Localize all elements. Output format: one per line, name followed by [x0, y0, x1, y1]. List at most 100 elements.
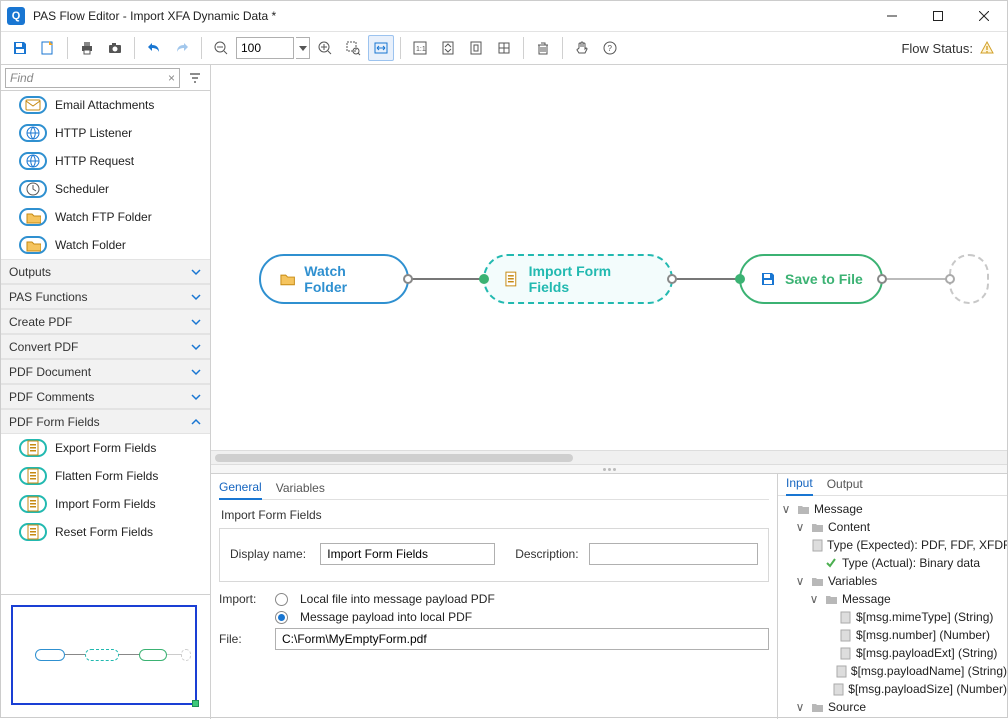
- actual-size-icon[interactable]: 1:1: [407, 35, 433, 61]
- save-icon: [759, 270, 777, 288]
- chevron-icon: [190, 268, 202, 276]
- palette-item[interactable]: Scheduler: [1, 175, 210, 203]
- undo-icon[interactable]: [141, 35, 167, 61]
- canvas-horizontal-scrollbar[interactable]: [211, 450, 1007, 464]
- palette-item-icon: [19, 124, 47, 142]
- zoom-in-icon[interactable]: [312, 35, 338, 61]
- tab-input[interactable]: Input: [786, 476, 813, 496]
- palette-category[interactable]: Create PDF: [1, 309, 210, 334]
- variable-label: $[msg.mimeType] (String): [856, 610, 993, 624]
- toolbar-separator: [400, 37, 401, 59]
- zoom-selection-icon[interactable]: [340, 35, 366, 61]
- tree-variable[interactable]: $[msg.payloadName] (String): [780, 662, 1007, 680]
- node-placeholder[interactable]: [949, 254, 989, 304]
- tab-output[interactable]: Output: [827, 477, 863, 495]
- file-icon: [838, 646, 852, 660]
- input-port[interactable]: [945, 274, 955, 284]
- flow-minimap[interactable]: [1, 595, 210, 719]
- redo-icon[interactable]: [169, 35, 195, 61]
- delete-icon[interactable]: [530, 35, 556, 61]
- zoom-input[interactable]: [236, 37, 294, 59]
- save-icon[interactable]: [7, 35, 33, 61]
- connection[interactable]: [669, 278, 741, 280]
- close-button[interactable]: [961, 1, 1007, 31]
- editor-area: Watch Folder Import Form Fields Save to …: [211, 65, 1007, 719]
- node-save-to-file[interactable]: Save to File: [739, 254, 883, 304]
- palette-category[interactable]: Outputs: [1, 259, 210, 284]
- category-label: PAS Functions: [9, 290, 87, 304]
- horizontal-splitter[interactable]: [211, 464, 1007, 474]
- tree-variable[interactable]: $[msg.payloadSize] (Number): [780, 680, 1007, 698]
- palette-item[interactable]: Watch Folder: [1, 231, 210, 259]
- output-port[interactable]: [877, 274, 887, 284]
- find-options-icon[interactable]: [184, 68, 206, 88]
- output-port[interactable]: [667, 274, 677, 284]
- window-title: PAS Flow Editor - Import XFA Dynamic Dat…: [33, 9, 869, 23]
- palette-item[interactable]: Export Form Fields: [1, 434, 210, 462]
- palette-category[interactable]: PDF Form Fields: [1, 409, 210, 434]
- palette-item-label: Reset Form Fields: [55, 525, 153, 539]
- help-icon[interactable]: ?: [597, 35, 623, 61]
- palette-category[interactable]: Convert PDF: [1, 334, 210, 359]
- print-icon[interactable]: [74, 35, 100, 61]
- palette-item[interactable]: Reset Form Fields: [1, 518, 210, 546]
- save-as-icon[interactable]: [35, 35, 61, 61]
- camera-icon[interactable]: [102, 35, 128, 61]
- palette-category[interactable]: PDF Comments: [1, 384, 210, 409]
- node-watch-folder[interactable]: Watch Folder: [259, 254, 409, 304]
- palette-item[interactable]: HTTP Request: [1, 147, 210, 175]
- palette-item[interactable]: Watch FTP Folder: [1, 203, 210, 231]
- maximize-button[interactable]: [915, 1, 961, 31]
- input-port[interactable]: [479, 274, 489, 284]
- toolbar-separator: [523, 37, 524, 59]
- import-local-radio[interactable]: [275, 593, 288, 606]
- input-port[interactable]: [735, 274, 745, 284]
- import-payload-radio[interactable]: [275, 611, 288, 624]
- tree-variable[interactable]: $[msg.payloadExt] (String): [780, 644, 1007, 662]
- palette-item[interactable]: HTTP Listener: [1, 119, 210, 147]
- palette-item-label: HTTP Request: [55, 154, 134, 168]
- palette-item[interactable]: Flatten Form Fields: [1, 462, 210, 490]
- chevron-icon: [190, 318, 202, 326]
- node-import-form-fields[interactable]: Import Form Fields: [483, 254, 673, 304]
- folder-icon: [279, 270, 296, 288]
- tree-variable[interactable]: $[msg.number] (Number): [780, 626, 1007, 644]
- connection[interactable]: [879, 278, 951, 280]
- import-payload-label: Message payload into local PDF: [300, 610, 472, 624]
- tree-content: Content: [828, 520, 870, 534]
- palette-category[interactable]: PAS Functions: [1, 284, 210, 309]
- fit-visible-icon[interactable]: [463, 35, 489, 61]
- fit-width-icon[interactable]: [368, 35, 394, 61]
- zoom-out-icon[interactable]: [208, 35, 234, 61]
- variable-label: $[msg.payloadSize] (Number): [848, 682, 1007, 696]
- clear-find-icon[interactable]: ×: [168, 71, 175, 85]
- tab-variables[interactable]: Variables: [276, 481, 325, 499]
- io-tree[interactable]: ∨Message ∨Content Type (Expected): PDF, …: [778, 496, 1007, 719]
- palette-item-label: HTTP Listener: [55, 126, 132, 140]
- fit-page-icon[interactable]: [435, 35, 461, 61]
- io-panel: Input Output ∨Message ∨Content Type (Exp…: [777, 474, 1007, 719]
- description-input[interactable]: [589, 543, 758, 565]
- zoom-dropdown[interactable]: [296, 37, 310, 59]
- properties-group-title: Import Form Fields: [221, 508, 769, 522]
- tab-general[interactable]: General: [219, 480, 262, 500]
- connection[interactable]: [405, 278, 487, 280]
- minimize-button[interactable]: [869, 1, 915, 31]
- palette-item[interactable]: Import Form Fields: [1, 490, 210, 518]
- palette-category[interactable]: PDF Document: [1, 359, 210, 384]
- toolbar-separator: [201, 37, 202, 59]
- flow-status: Flow Status:: [901, 40, 1001, 56]
- pan-icon[interactable]: [569, 35, 595, 61]
- chevron-icon: [190, 368, 202, 376]
- tree-source: Source: [828, 700, 866, 714]
- form-icon: [503, 270, 521, 288]
- find-input[interactable]: Find ×: [5, 68, 180, 88]
- flow-canvas[interactable]: Watch Folder Import Form Fields Save to …: [211, 65, 1007, 464]
- file-input[interactable]: [275, 628, 769, 650]
- minimap-resize-handle[interactable]: [192, 700, 199, 707]
- tree-variable[interactable]: $[msg.mimeType] (String): [780, 608, 1007, 626]
- output-port[interactable]: [403, 274, 413, 284]
- grid-icon[interactable]: [491, 35, 517, 61]
- palette-item[interactable]: Email Attachments: [1, 91, 210, 119]
- display-name-input[interactable]: [320, 543, 495, 565]
